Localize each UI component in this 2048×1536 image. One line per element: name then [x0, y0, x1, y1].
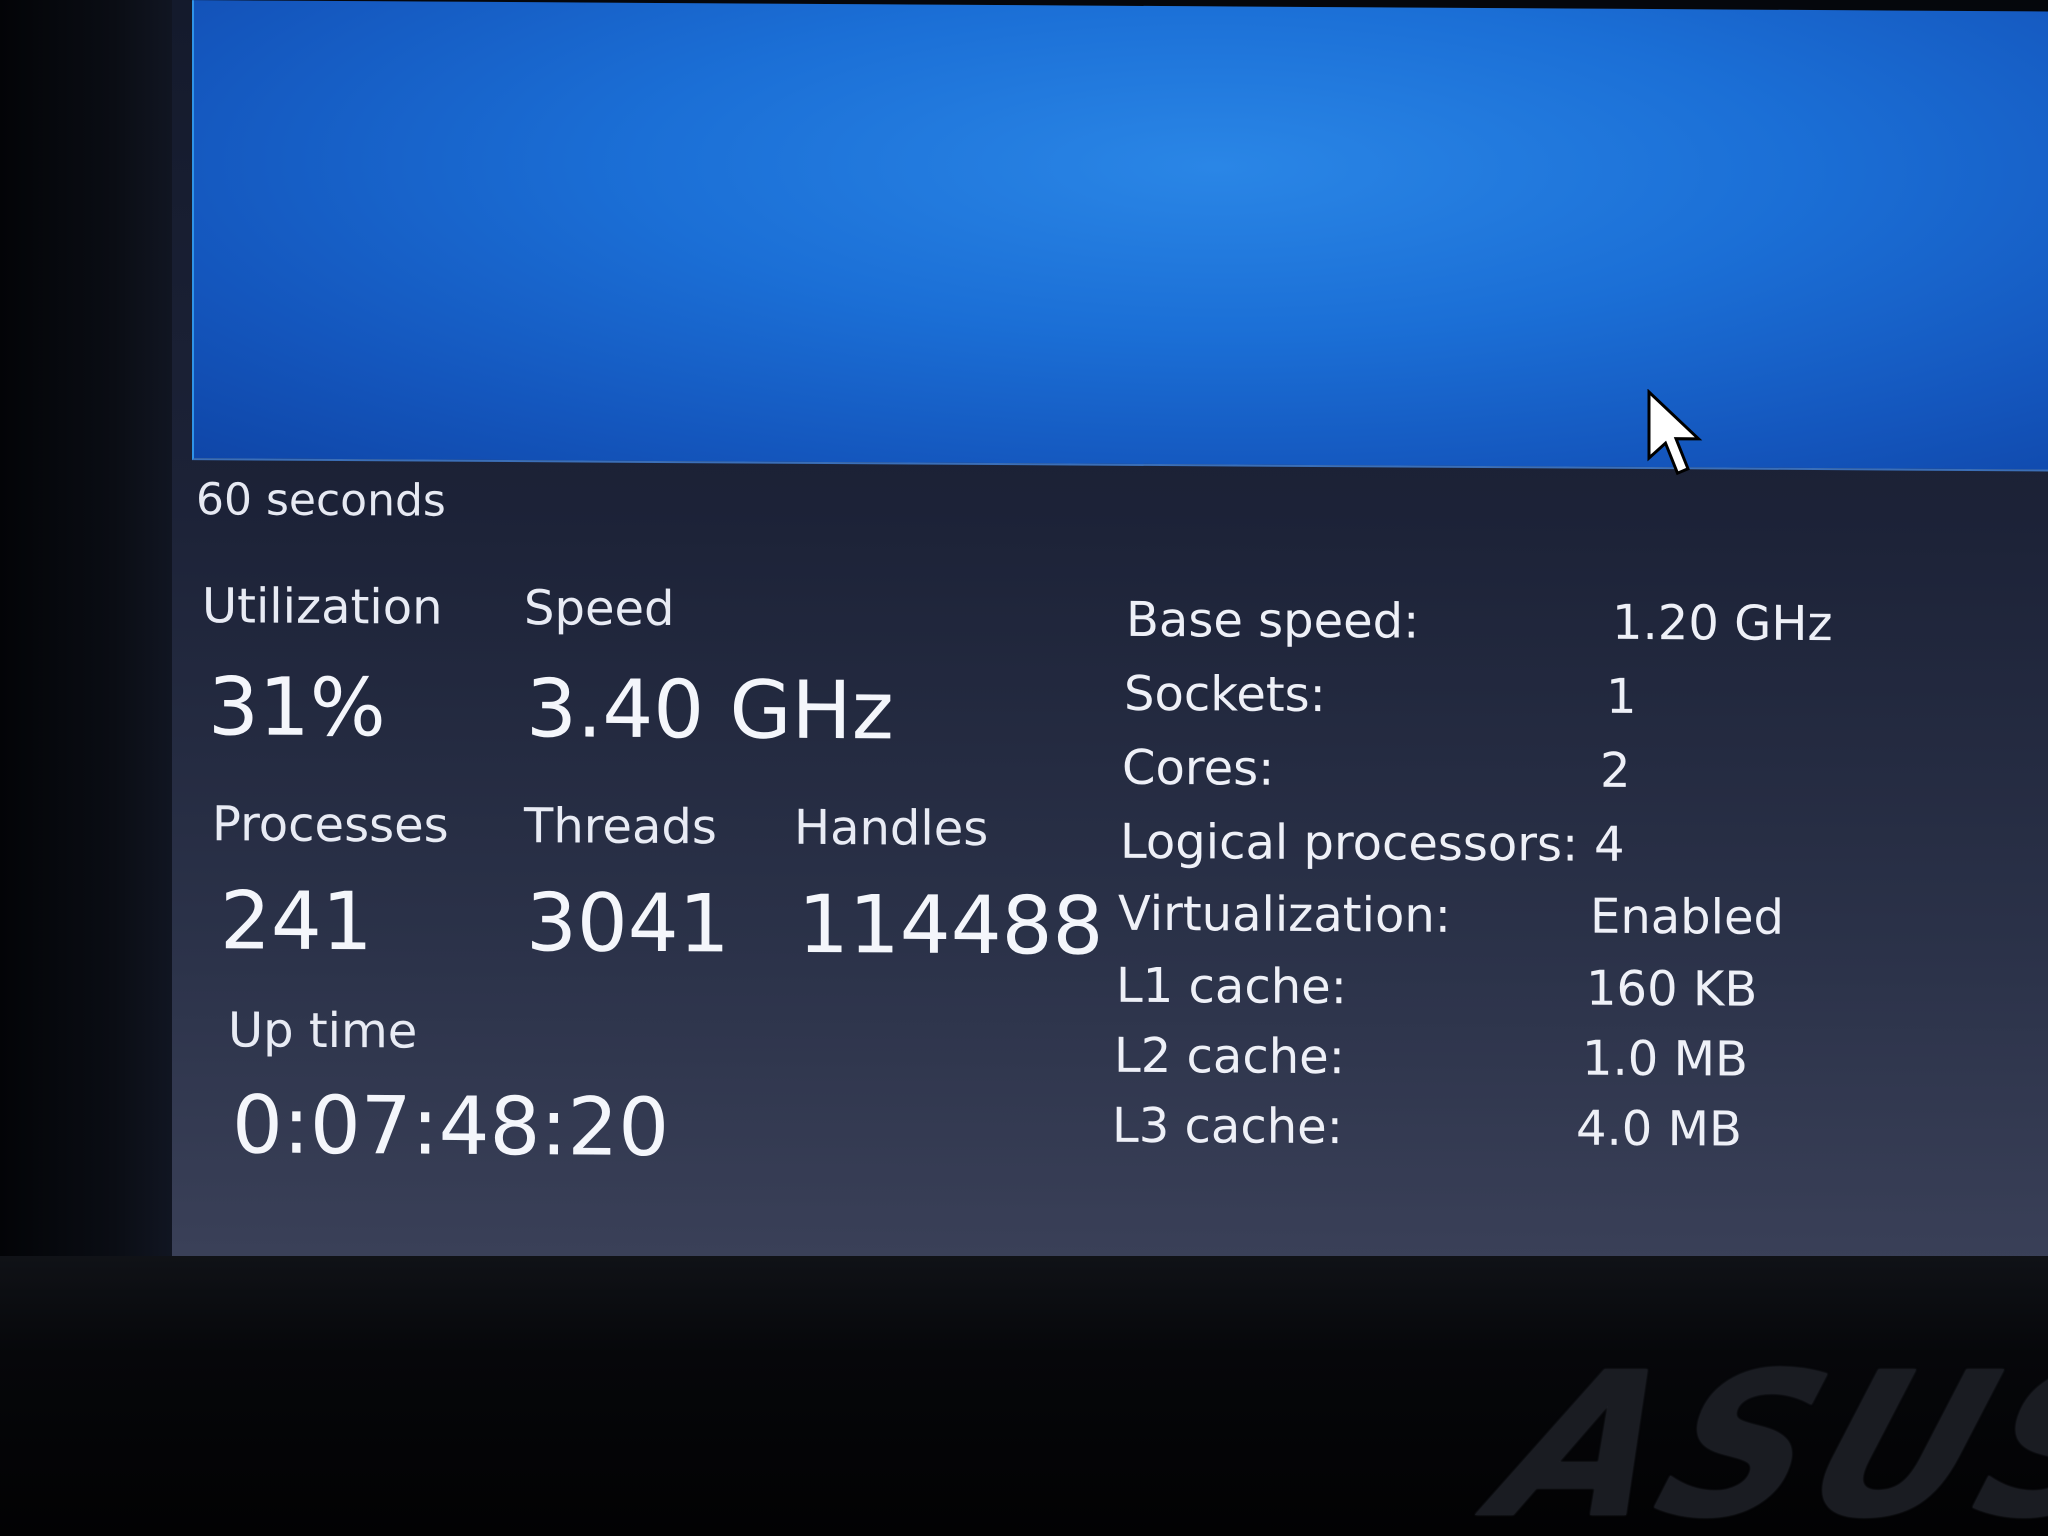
info-key-base-speed: Base speed: [1126, 591, 1420, 650]
graph-time-span: 60 seconds [196, 474, 446, 527]
photo-frame: 60 seconds Utilization 31% Speed 3.40 GH… [0, 0, 2048, 1536]
info-key-sockets: Sockets: [1124, 665, 1326, 724]
utilization-label: Utilization [202, 578, 443, 636]
info-value-l1-cache: 160 KB [1586, 960, 1758, 1018]
mouse-cursor-icon [1647, 389, 1703, 476]
threads-value: 3041 [526, 876, 730, 971]
threads-label: Threads [524, 798, 717, 856]
info-key-l2-cache: L2 cache: [1114, 1027, 1345, 1086]
info-value-sockets: 1 [1606, 668, 1637, 725]
speed-value: 3.40 GHz [526, 662, 894, 758]
processes-label: Processes [212, 796, 449, 854]
handles-label: Handles [794, 799, 989, 857]
info-value-l3-cache: 4.0 MB [1576, 1100, 1742, 1158]
info-key-virtualization: Virtualization: [1118, 885, 1451, 944]
info-key-logical-processors: Logical processors: [1120, 813, 1579, 873]
handles-value: 114488 [798, 877, 1104, 973]
processes-value: 241 [220, 874, 373, 969]
monitor-bezel-left [0, 0, 190, 1260]
info-key-l1-cache: L1 cache: [1116, 957, 1347, 1016]
asus-logo: ASUS [1472, 1330, 2048, 1536]
up-time-value: 0:07:48:20 [232, 1078, 670, 1175]
cpu-performance-panel: 60 seconds Utilization 31% Speed 3.40 GH… [172, 0, 2048, 1268]
info-key-l3-cache: L3 cache: [1112, 1097, 1343, 1156]
speed-label: Speed [524, 580, 675, 638]
info-value-logical-processors: 4 [1594, 816, 1625, 873]
up-time-label: Up time [228, 1002, 418, 1060]
utilization-value: 31% [208, 660, 386, 755]
info-value-base-speed: 1.20 GHz [1612, 594, 1833, 653]
cpu-utilization-graph [192, 0, 2048, 476]
info-value-l2-cache: 1.0 MB [1582, 1030, 1748, 1088]
info-value-virtualization: Enabled [1590, 888, 1784, 946]
info-key-cores: Cores: [1122, 739, 1275, 797]
info-value-cores: 2 [1600, 742, 1631, 799]
